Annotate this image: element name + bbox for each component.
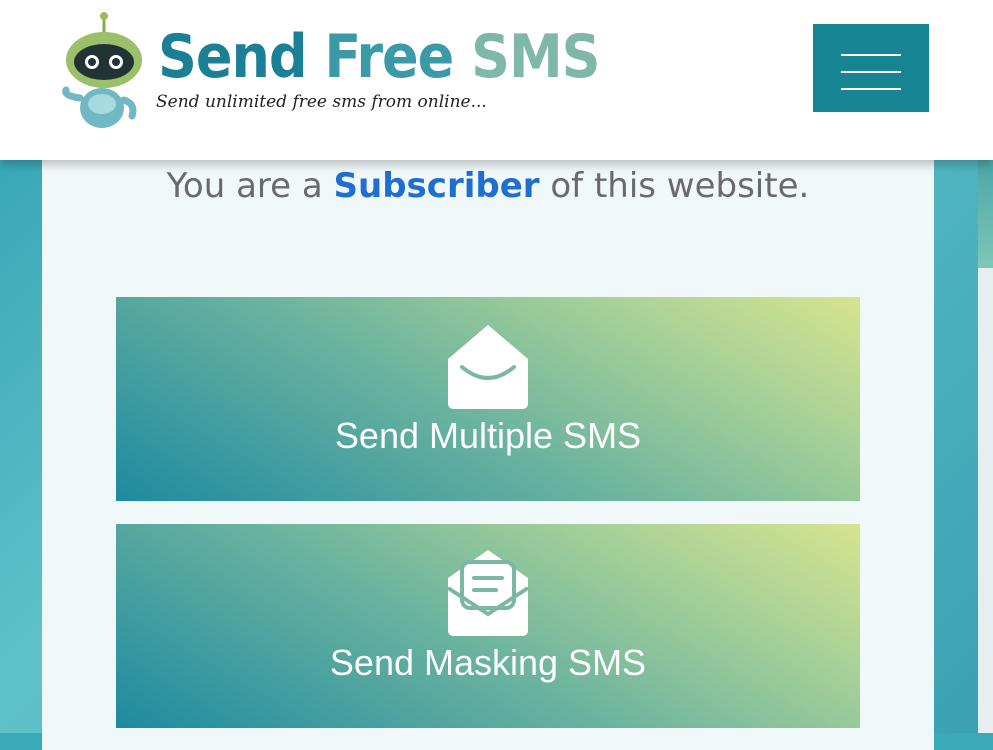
brand-title: Send Free SMS <box>158 22 601 92</box>
subscriber-suffix: of this website. <box>550 166 810 206</box>
subscriber-role: Subscriber <box>333 166 540 206</box>
menu-button[interactable] <box>813 24 929 112</box>
send-masking-sms-label: Send Masking SMS <box>329 642 647 683</box>
subscriber-status: You are a Subscriber of this website. <box>42 166 934 206</box>
brand-word-3: SMS <box>471 22 600 92</box>
send-masking-sms-button[interactable]: Send Masking SMS <box>116 524 860 728</box>
send-multiple-sms-label: Send Multiple SMS <box>334 415 642 456</box>
brand-tagline: Send unlimited free sms from online... <box>156 92 487 112</box>
send-multiple-sms-button[interactable]: Send Multiple SMS <box>116 297 860 501</box>
scrollbar[interactable] <box>978 160 993 733</box>
envelope-letter-icon <box>446 550 530 636</box>
robot-mascot-icon <box>62 12 142 128</box>
scrollbar-thumb[interactable] <box>978 160 993 268</box>
envelope-open-icon <box>448 325 528 409</box>
brand-word-2: Free <box>324 22 454 92</box>
brand-word-1: Send <box>158 22 308 92</box>
content-card: You are a Subscriber of this website. Se… <box>42 150 934 750</box>
subscriber-prefix: You are a <box>166 166 323 206</box>
site-header: Send Free SMS Send unlimited free sms fr… <box>0 0 993 160</box>
site-logo[interactable]: Send Free SMS Send unlimited free sms fr… <box>62 12 601 137</box>
